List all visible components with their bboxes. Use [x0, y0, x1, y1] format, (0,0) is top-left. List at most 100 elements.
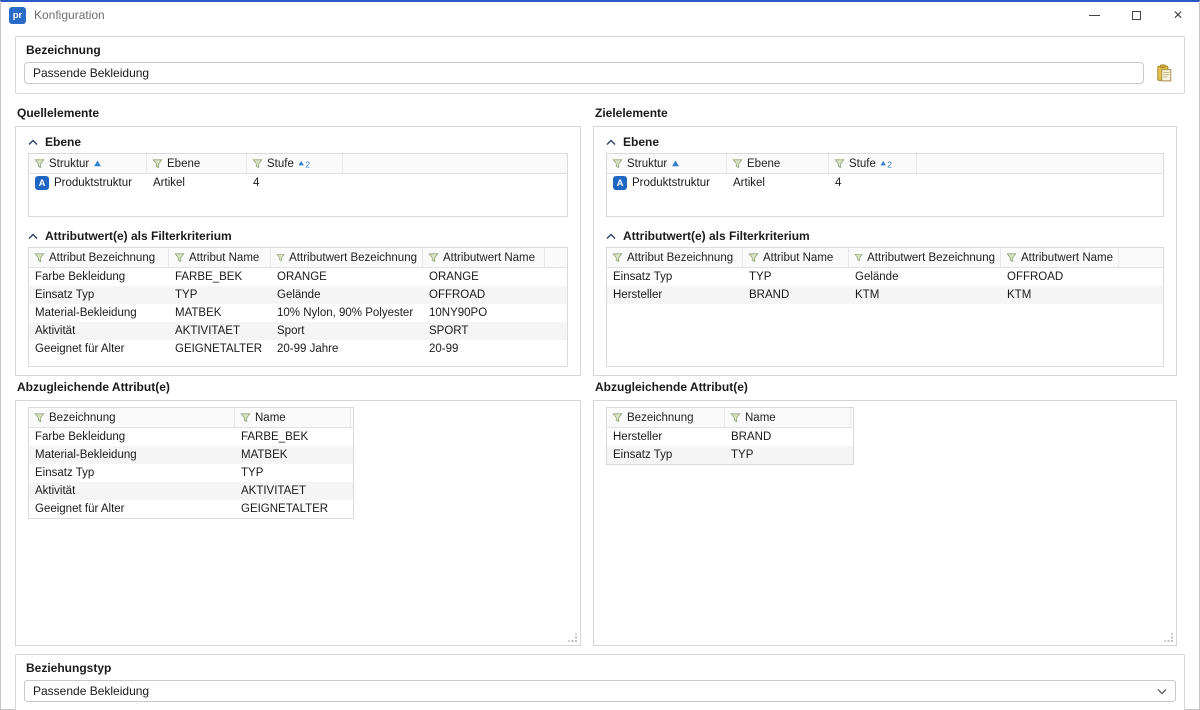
table-row[interactable]: A Produktstruktur Artikel 4 [29, 174, 567, 192]
column-header-bezeichnung[interactable]: Bezeichnung [29, 408, 235, 427]
table-row[interactable]: Geeignet für Alter GEIGNETALTER [29, 500, 353, 518]
filter-icon[interactable] [748, 252, 759, 263]
filter-icon[interactable] [276, 252, 285, 263]
section-title: Ebene [623, 135, 659, 149]
close-button[interactable]: ✕ [1157, 2, 1199, 28]
filter-icon[interactable] [252, 158, 263, 169]
column-header-struktur[interactable]: Struktur [29, 154, 147, 173]
filter-icon[interactable] [34, 252, 45, 263]
column-label: Attributwert Name [1021, 252, 1113, 264]
column-header-attribut-bezeichnung[interactable]: Attribut Bezeichnung [29, 248, 169, 267]
minimize-button[interactable] [1073, 2, 1115, 28]
column-label: Attributwert Bezeichnung [867, 252, 995, 264]
source-column-title: Quellelemente [17, 106, 581, 121]
source-section-filterkriterium[interactable]: Attributwert(e) als Filterkriterium [28, 226, 568, 246]
cell: 20-99 [423, 343, 545, 355]
filter-icon[interactable] [240, 412, 251, 423]
filter-icon[interactable] [428, 252, 439, 263]
column-header-attributwert-name[interactable]: Attributwert Name [423, 248, 545, 267]
cell: Geeignet für Alter [29, 343, 169, 355]
table-row[interactable]: Einsatz Typ TYP [607, 446, 853, 464]
source-section-ebene[interactable]: Ebene [28, 132, 568, 152]
column-label: Attribut Bezeichnung [49, 252, 155, 264]
table-row[interactable]: Einsatz Typ TYP Gelände OFFROAD [29, 286, 567, 304]
cell: SPORT [423, 325, 545, 337]
column-header-attributwert-bezeichnung[interactable]: Attributwert Bezeichnung [271, 248, 423, 267]
minimize-icon [1089, 15, 1100, 16]
column-header-ebene[interactable]: Ebene [147, 154, 247, 173]
column-header-stufe[interactable]: Stufe 2 [247, 154, 343, 173]
filter-icon[interactable] [34, 158, 45, 169]
cell-struktur: A Produktstruktur [607, 176, 727, 190]
column-header-ebene[interactable]: Ebene [727, 154, 829, 173]
column-header-attributwert-name[interactable]: Attributwert Name [1001, 248, 1119, 267]
filter-icon[interactable] [174, 252, 185, 263]
close-icon: ✕ [1173, 8, 1183, 22]
bezeichnung-input[interactable] [24, 62, 1144, 84]
column-header-name[interactable]: Name [235, 408, 351, 427]
filter-icon[interactable] [612, 252, 623, 263]
cell: OFFROAD [1001, 271, 1119, 283]
beziehungstyp-combobox[interactable]: Passende Bekleidung [24, 680, 1176, 702]
section-title: Attributwert(e) als Filterkriterium [45, 229, 232, 243]
column-label: Name [255, 412, 286, 424]
resize-grip-icon[interactable] [1164, 633, 1174, 643]
app-logo: pr [9, 7, 26, 24]
cell-struktur: A Produktstruktur [29, 176, 147, 190]
filter-icon[interactable] [834, 158, 845, 169]
column-header-filler [917, 154, 1163, 173]
column-header-struktur[interactable]: Struktur [607, 154, 727, 173]
maximize-icon [1132, 11, 1141, 20]
table-row[interactable]: Aktivität AKTIVITAET Sport SPORT [29, 322, 567, 340]
section-title: Attributwert(e) als Filterkriterium [623, 229, 810, 243]
target-section-ebene[interactable]: Ebene [606, 132, 1164, 152]
target-ebene-table: Struktur Ebene Stufe 2 [606, 153, 1164, 217]
filter-icon[interactable] [612, 412, 623, 423]
column-label: Attributwert Bezeichnung [289, 252, 417, 264]
cell: Einsatz Typ [607, 449, 725, 461]
table-row[interactable]: Geeignet für Alter GEIGNETALTER 20-99 Ja… [29, 340, 567, 358]
filter-icon[interactable] [34, 412, 45, 423]
cell: Geeignet für Alter [29, 503, 235, 515]
table-row[interactable]: Farbe Bekleidung FARBE_BEK [29, 428, 353, 446]
table-row[interactable]: A Produktstruktur Artikel 4 [607, 174, 1163, 192]
cell: Material-Bekleidung [29, 449, 235, 461]
column-header-stufe[interactable]: Stufe 2 [829, 154, 917, 173]
cell: 20-99 Jahre [271, 343, 423, 355]
resize-grip-icon[interactable] [568, 633, 578, 643]
cell: BRAND [743, 289, 849, 301]
target-column: Zielelemente Ebene Struktur [593, 102, 1177, 646]
table-row[interactable]: Material-Bekleidung MATBEK 10% Nylon, 90… [29, 304, 567, 322]
filter-icon[interactable] [1006, 252, 1017, 263]
column-header-attribut-bezeichnung[interactable]: Attribut Bezeichnung [607, 248, 743, 267]
cell: OFFROAD [423, 289, 545, 301]
filter-icon[interactable] [612, 158, 623, 169]
maximize-button[interactable] [1115, 2, 1157, 28]
paste-button[interactable] [1152, 62, 1176, 84]
table-row[interactable]: Farbe Bekleidung FARBE_BEK ORANGE ORANGE [29, 268, 567, 286]
table-row[interactable]: Einsatz Typ TYP Gelände OFFROAD [607, 268, 1163, 286]
source-match-table: Bezeichnung Name Farbe Bekleidung FARBE_… [28, 407, 354, 519]
column-header-attribut-name[interactable]: Attribut Name [169, 248, 271, 267]
table-row[interactable]: Einsatz Typ TYP [29, 464, 353, 482]
cell: MATBEK [169, 307, 271, 319]
column-header-name[interactable]: Name [725, 408, 851, 427]
target-section-filterkriterium[interactable]: Attributwert(e) als Filterkriterium [606, 226, 1164, 246]
column-header-attributwert-bezeichnung[interactable]: Attributwert Bezeichnung [849, 248, 1001, 267]
table-row[interactable]: Hersteller BRAND [607, 428, 853, 446]
table-header-row: Bezeichnung Name [607, 408, 853, 428]
column-header-bezeichnung[interactable]: Bezeichnung [607, 408, 725, 427]
bezeichnung-label: Bezeichnung [26, 43, 1176, 57]
chevron-up-icon [606, 139, 616, 146]
table-row[interactable]: Material-Bekleidung MATBEK [29, 446, 353, 464]
combobox-value: Passende Bekleidung [33, 684, 1157, 698]
filter-icon[interactable] [730, 412, 741, 423]
table-row[interactable]: Aktivität AKTIVITAET [29, 482, 353, 500]
filter-icon[interactable] [854, 252, 863, 263]
column-header-attribut-name[interactable]: Attribut Name [743, 248, 849, 267]
column-label: Bezeichnung [627, 412, 694, 424]
source-abzugleichende-title: Abzugleichende Attribut(e) [17, 380, 581, 395]
table-row[interactable]: Hersteller BRAND KTM KTM [607, 286, 1163, 304]
filter-icon[interactable] [732, 158, 743, 169]
filter-icon[interactable] [152, 158, 163, 169]
